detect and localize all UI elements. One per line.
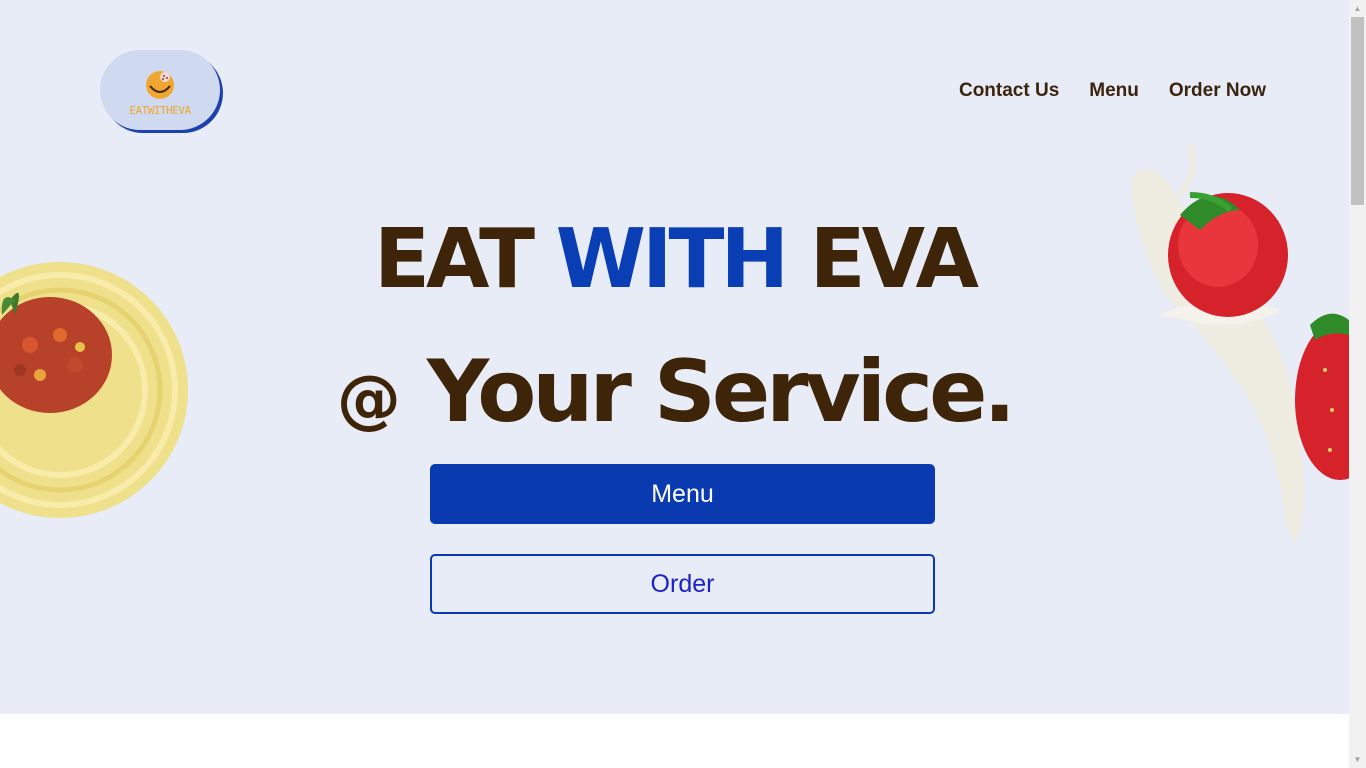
nav-item-contact-us[interactable]: Contact Us — [959, 80, 1059, 102]
nav-item-order-now[interactable]: Order Now — [1169, 80, 1266, 102]
main-nav: Contact Us Menu Order Now — [959, 80, 1266, 102]
page: EATWITHEVA Contact Us Menu Order Now EAT… — [0, 0, 1349, 768]
headline-line-2: @ Your Service. — [0, 342, 1349, 442]
headline-with: WITH — [555, 212, 790, 307]
headline-eat: EAT — [373, 212, 556, 307]
hero-section: EATWITHEVA Contact Us Menu Order Now EAT… — [0, 0, 1349, 714]
order-button[interactable]: Order — [430, 554, 935, 614]
menu-button[interactable]: Menu — [430, 464, 935, 524]
eatwitheva-logo-icon — [146, 71, 174, 99]
scrollbar-thumb[interactable] — [1351, 17, 1364, 205]
headline-line-1: EAT WITH EVA — [0, 212, 1349, 307]
logo[interactable]: EATWITHEVA — [100, 50, 220, 130]
scroll-down-arrow-icon[interactable]: ▼ — [1349, 751, 1366, 768]
nav-item-menu[interactable]: Menu — [1089, 80, 1139, 102]
vertical-scrollbar[interactable]: ▲ ▼ — [1349, 0, 1366, 768]
headline-your-service: Your Service. — [400, 342, 1016, 442]
scroll-up-arrow-icon[interactable]: ▲ — [1349, 0, 1366, 17]
headline-at-sign: @ — [336, 363, 401, 437]
logo-text: EATWITHEVA — [129, 104, 191, 117]
headline-eva: EVA — [785, 212, 979, 307]
